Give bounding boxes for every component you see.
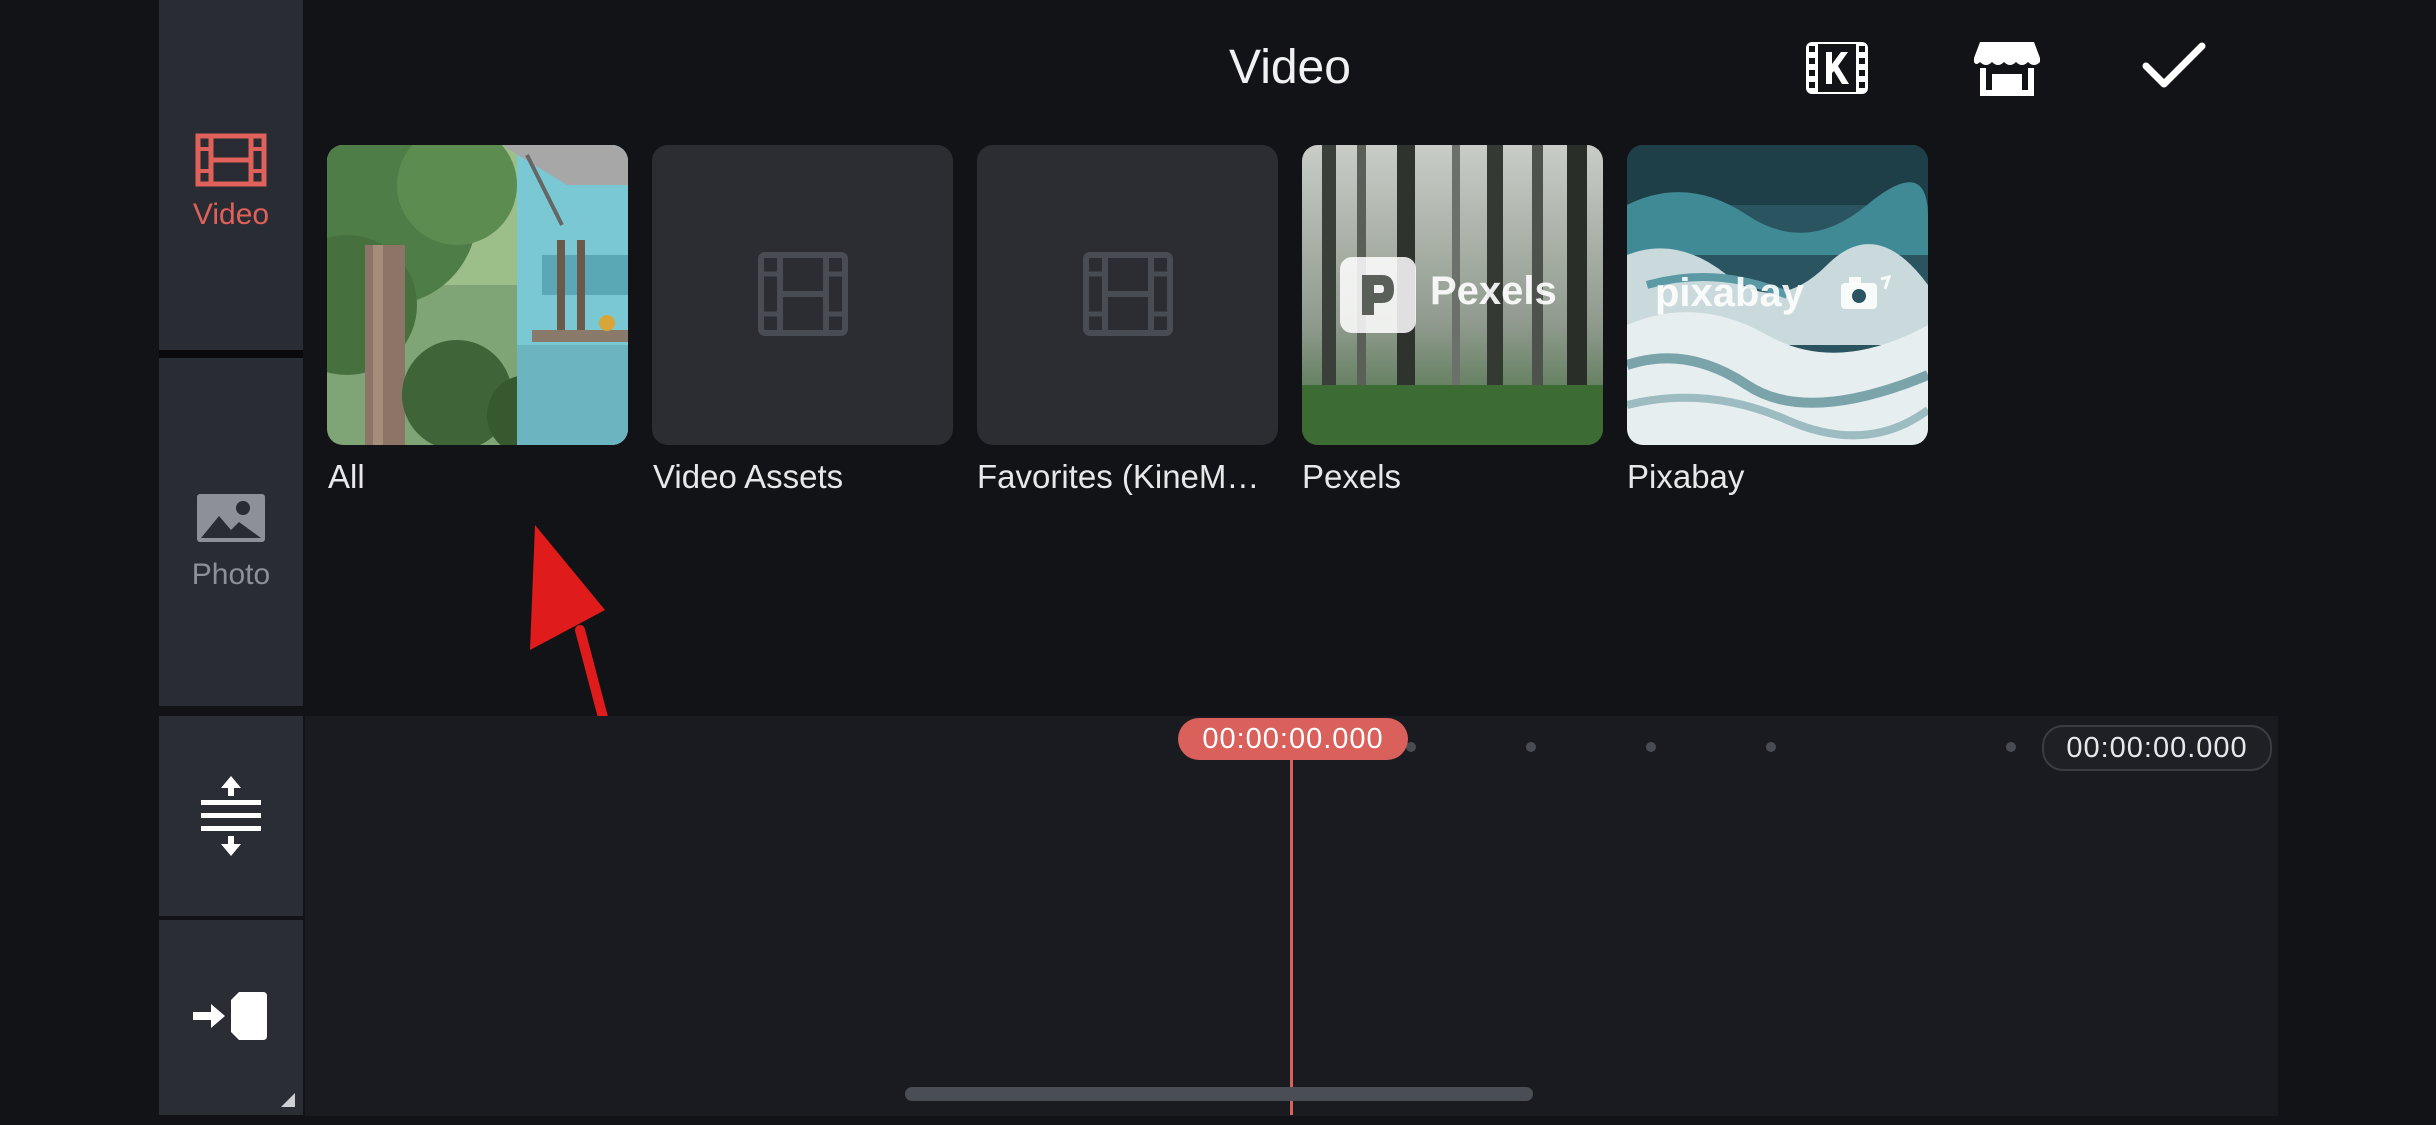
tab-video-label: Video xyxy=(192,198,270,231)
import-button[interactable] xyxy=(159,920,303,1115)
film-icon xyxy=(195,133,267,187)
expand-timeline-button[interactable] xyxy=(159,716,303,916)
page-title: Video xyxy=(1229,41,1351,94)
asset-store-button[interactable] xyxy=(1972,40,2042,103)
pixabay-logo-text: pixabay xyxy=(1655,271,1804,315)
film-placeholder-icon xyxy=(758,252,848,336)
playhead-line[interactable] xyxy=(1290,760,1293,1115)
folder-pexels-thumbnail[interactable]: Pexels xyxy=(1302,145,1603,445)
tab-photo-label: Photo xyxy=(191,558,271,591)
folder-video-assets-thumbnail[interactable] xyxy=(652,145,953,445)
asset-store-icon xyxy=(1974,42,2040,96)
end-time-badge: 00:00:00.000 xyxy=(2042,725,2272,771)
folder-all-label: All xyxy=(328,458,365,495)
image-icon xyxy=(197,494,265,542)
tab-video[interactable]: Video xyxy=(159,0,303,350)
timeline-scrollbar[interactable] xyxy=(905,1087,1533,1101)
kinemaster-button[interactable] xyxy=(1804,40,1870,101)
folder-favorites-label: Favorites (KineM… xyxy=(977,458,1260,495)
sidebar-divider xyxy=(159,350,303,358)
folder-video-assets-label: Video Assets xyxy=(653,458,844,495)
timeline-tick xyxy=(1526,742,1536,752)
illustration-thumbnail-image xyxy=(327,145,628,445)
timeline-tick xyxy=(1766,742,1776,752)
corner-resize-icon xyxy=(281,1093,295,1107)
pexels-logo-text: Pexels xyxy=(1430,269,1557,313)
playhead-time[interactable]: 00:00:00.000 xyxy=(1178,718,1408,760)
timeline-tick xyxy=(1646,742,1656,752)
confirm-button[interactable] xyxy=(2142,40,2206,95)
expand-vertical-icon xyxy=(201,776,261,856)
folder-all-thumbnail[interactable] xyxy=(327,145,628,445)
folder-favorites-thumbnail[interactable] xyxy=(977,145,1278,445)
import-arrow-icon xyxy=(193,992,267,1040)
checkmark-icon xyxy=(2142,42,2206,88)
folder-pixabay-thumbnail[interactable]: pixabay xyxy=(1627,145,1928,445)
film-placeholder-icon xyxy=(1083,252,1173,336)
kinemaster-logo-icon xyxy=(1806,42,1868,94)
camera-icon xyxy=(1841,275,1891,309)
pexels-logo-icon xyxy=(1362,275,1394,315)
folder-pixabay-label: Pixabay xyxy=(1627,458,1745,495)
tab-photo[interactable]: Photo xyxy=(159,358,303,706)
folder-pexels-label: Pexels xyxy=(1302,458,1402,495)
timeline-tick xyxy=(2006,742,2016,752)
